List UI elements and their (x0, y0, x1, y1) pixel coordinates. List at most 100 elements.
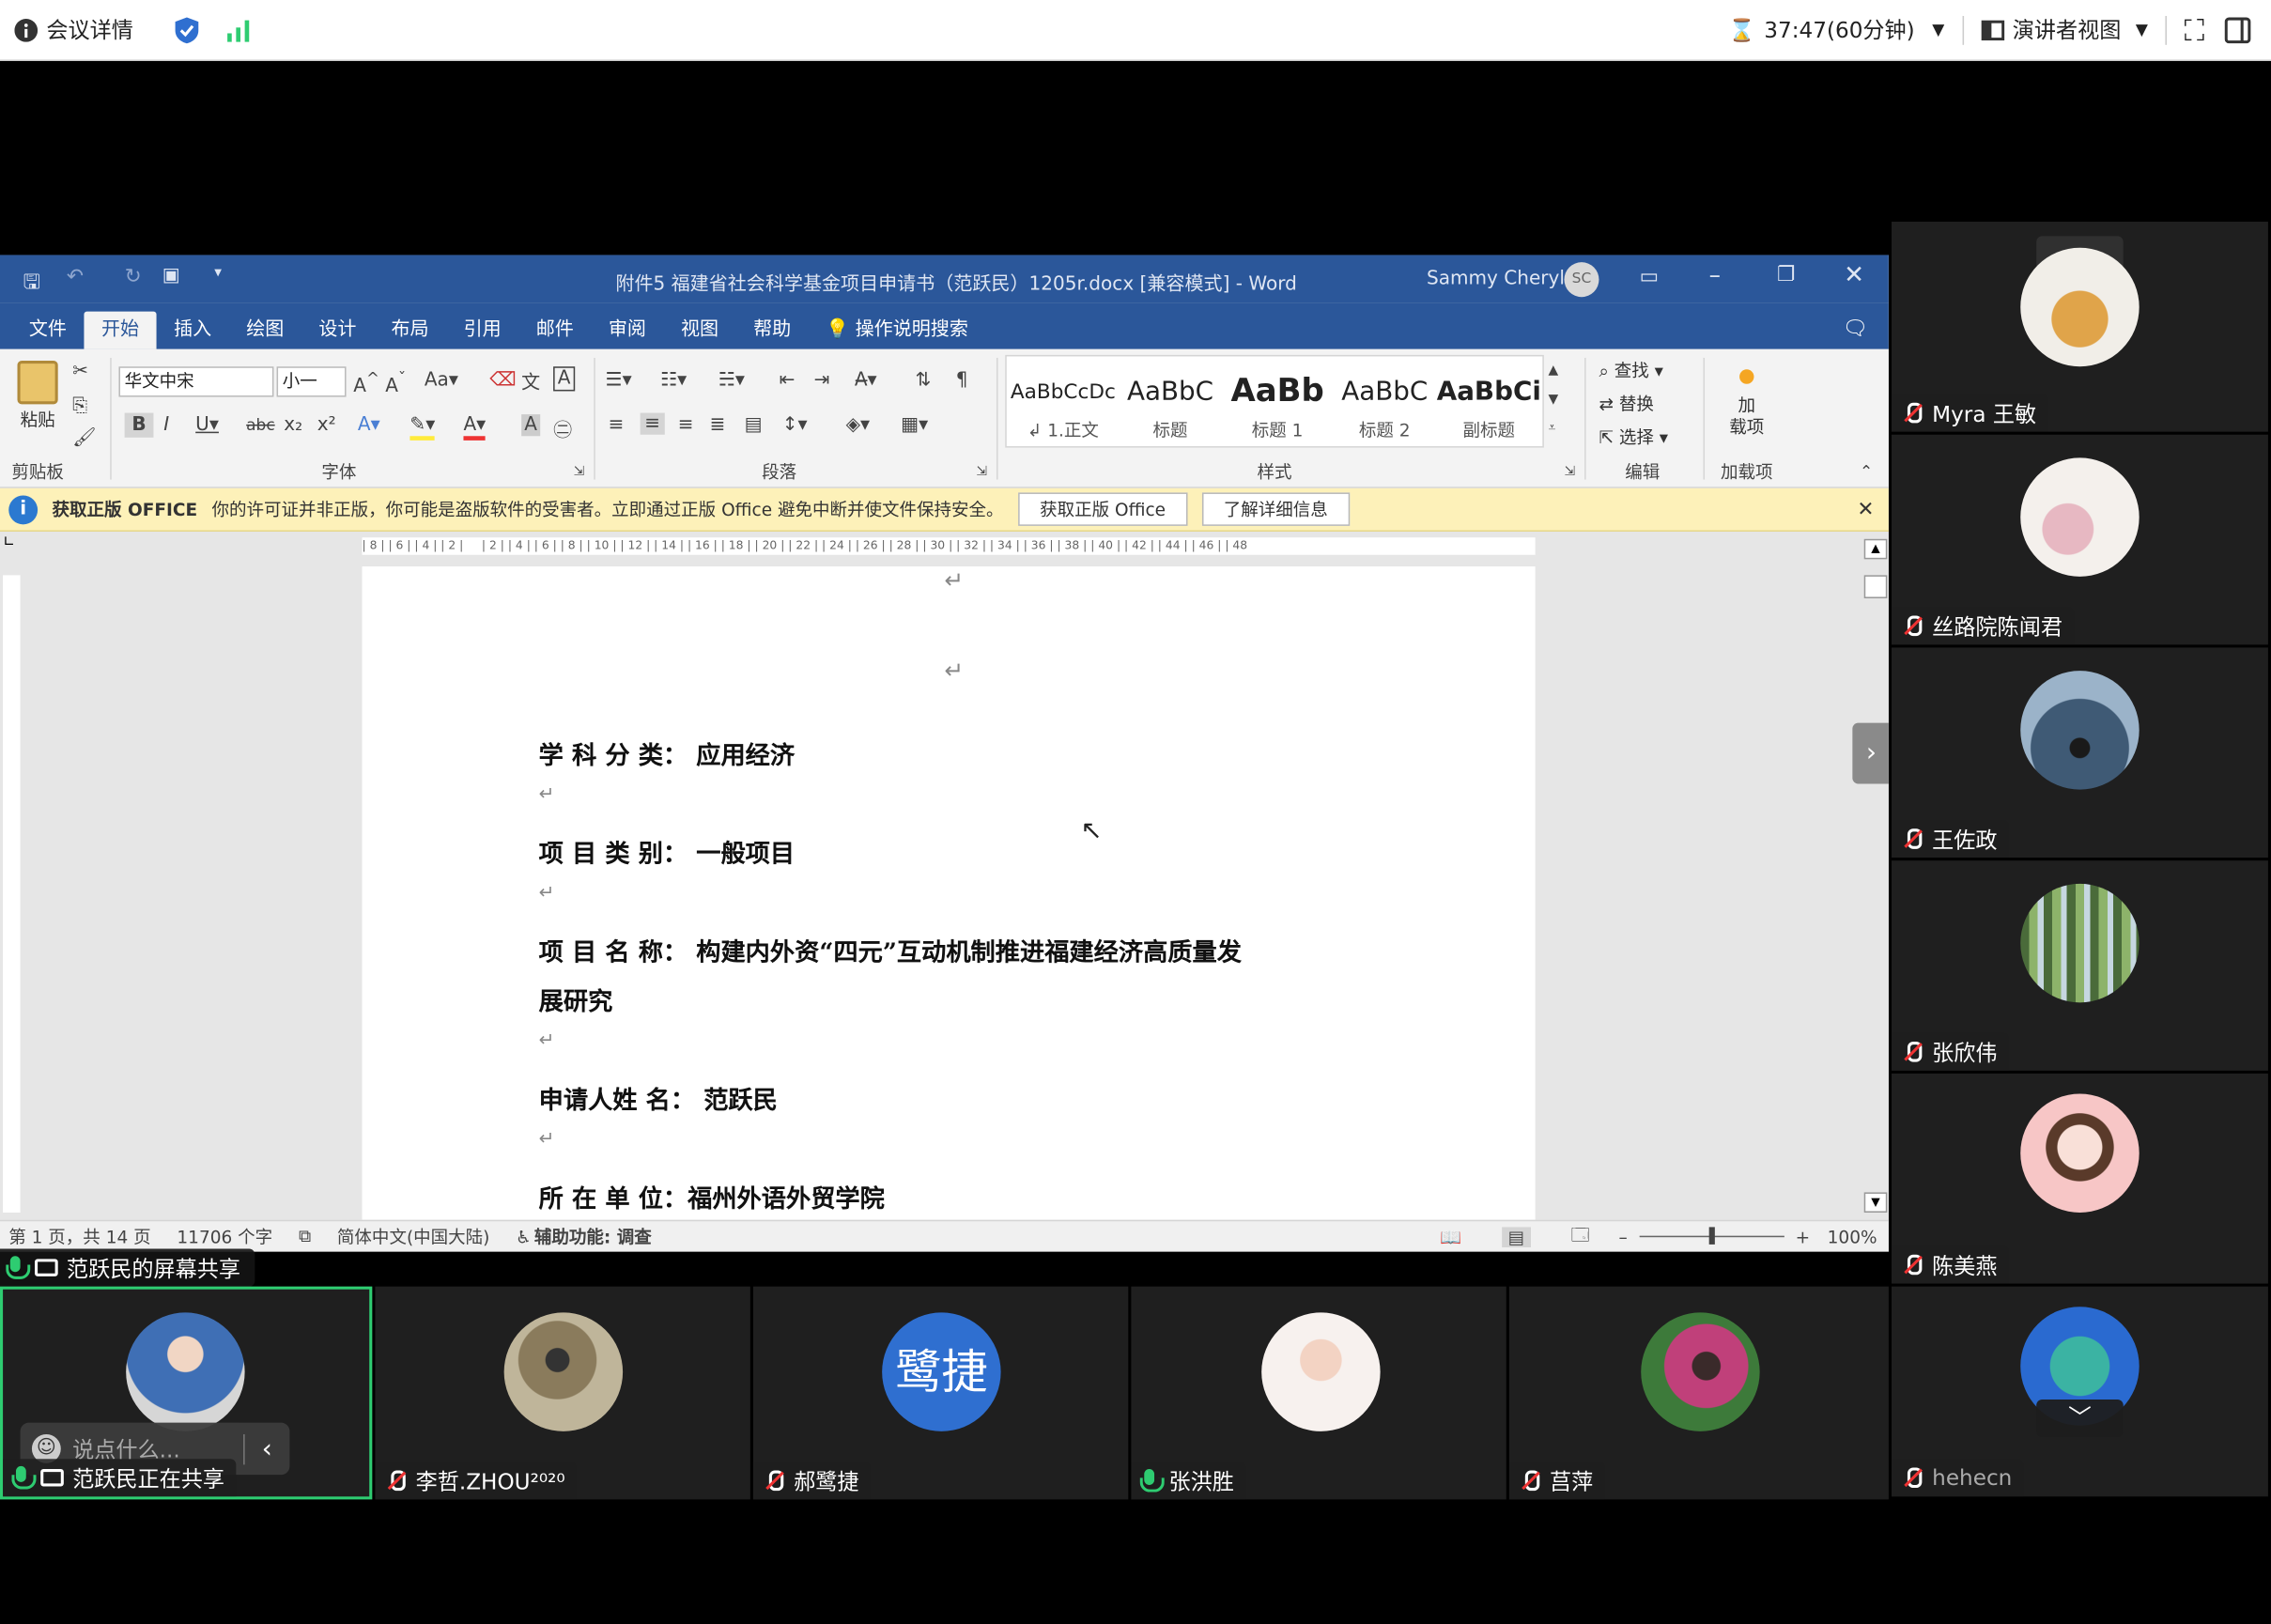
sidebar-toggle-icon[interactable] (2224, 16, 2251, 43)
menu-insert[interactable]: 插入 (157, 312, 229, 349)
share-panel-expand-icon[interactable]: › (1852, 722, 1889, 784)
participant-tile[interactable]: 莒萍 (1508, 1286, 1889, 1500)
scroll-up-icon[interactable]: ▲ (1863, 538, 1888, 560)
view-mode-button[interactable]: 演讲者视图 ▼ (1980, 14, 2148, 44)
menu-view[interactable]: 视图 (663, 312, 735, 349)
menu-draw[interactable]: 绘图 (229, 312, 301, 349)
tell-me-search[interactable]: 💡 操作说明搜索 (809, 312, 986, 349)
menu-mailings[interactable]: 邮件 (518, 312, 591, 349)
font-dialog-launcher-icon[interactable]: ⇲ (574, 465, 585, 479)
participant-tile[interactable]: 王佐政 (1891, 647, 2268, 858)
align-right-icon[interactable]: ≡ (678, 414, 694, 436)
strikethrough-icon[interactable]: abc (246, 416, 275, 435)
fullscreen-icon[interactable]: ⛶ (2184, 12, 2204, 47)
align-left-icon[interactable]: ≡ (609, 414, 625, 436)
paste-button[interactable]: 粘贴 (11, 361, 64, 448)
meeting-timer[interactable]: ⌛ 37:47(60分钟) ▼ (1728, 14, 1944, 44)
undo-icon[interactable]: ↶ (67, 265, 84, 288)
document-page[interactable]: ↵ ↵ 学 科 分 类： 应用经济 ↵ 项 目 类 别： 一般项目 ↵ 项 目 … (362, 566, 1536, 1233)
user-name[interactable]: Sammy Cheryl (1427, 268, 1565, 289)
meeting-details-button[interactable]: 会议详情 (14, 14, 133, 44)
styles-more-icon[interactable]: ⩡ (1549, 422, 1556, 436)
style-normal[interactable]: AaBbCcDc ↲ 1.正文 (1010, 368, 1117, 449)
menu-layout[interactable]: 布局 (374, 312, 446, 349)
ribbon-display-icon[interactable]: ▭ (1640, 265, 1659, 288)
zoom-out-icon[interactable]: – (1618, 1227, 1627, 1247)
minimize-icon[interactable]: – (1709, 261, 1721, 288)
bold-icon[interactable]: B (124, 412, 154, 438)
char-shading-icon[interactable]: A (521, 414, 541, 437)
scrollbar-thumb[interactable] (1863, 575, 1888, 599)
learn-more-button[interactable]: 了解详细信息 (1201, 492, 1350, 526)
change-case-icon[interactable]: Aa▾ (425, 369, 458, 391)
read-mode-icon[interactable]: 📖 (1440, 1227, 1461, 1247)
style-heading1[interactable]: AaBb 标题 1 (1224, 368, 1331, 449)
italic-icon[interactable]: I (163, 414, 169, 436)
participant-tile[interactable]: 丝路院陈闻君 (1891, 434, 2268, 645)
enclose-char-icon[interactable]: ㊁ (553, 414, 572, 441)
menu-home[interactable]: 开始 (84, 311, 157, 349)
menu-help[interactable]: 帮助 (736, 312, 809, 349)
shrink-font-icon[interactable]: Aˇ (385, 369, 406, 397)
comments-icon[interactable]: 🗨 (1843, 317, 1868, 341)
text-effects-icon[interactable]: A▾ (358, 414, 380, 436)
menu-references[interactable]: 引用 (446, 312, 518, 349)
cut-icon[interactable]: ✂ (72, 361, 88, 382)
vertical-ruler[interactable] (3, 575, 21, 1213)
participant-tile[interactable]: 鹭捷 郝鹭捷 (752, 1286, 1129, 1500)
participant-tile[interactable]: 陈美燕 (1891, 1073, 2268, 1284)
styles-scroll-down-icon[interactable]: ▼ (1549, 393, 1559, 407)
paragraph-dialog-launcher-icon[interactable]: ⇲ (976, 465, 987, 479)
accessibility-status[interactable]: 辅助功能: 调查 (534, 1224, 652, 1248)
chinese-layout-icon[interactable]: A̶▾ (855, 369, 877, 391)
customize-toolbar-icon[interactable]: ▾ (214, 265, 222, 281)
menu-file[interactable]: 文件 (11, 312, 84, 349)
numbering-icon[interactable]: ☷▾ (660, 369, 687, 391)
highlight-icon[interactable]: ✎▾ (409, 414, 436, 441)
font-name-combo[interactable]: 华文中宋 (118, 366, 274, 397)
increase-indent-icon[interactable]: ⇥ (814, 369, 830, 391)
horizontal-ruler[interactable]: | 8 | | 6 | | 4 | | 2 | | 2 | | 4 | | 6 … (362, 537, 1536, 555)
participant-tile[interactable]: 张洪胜 (1131, 1286, 1506, 1500)
close-icon[interactable]: ✕ (1844, 261, 1864, 290)
font-color-icon[interactable]: A▾ (463, 414, 487, 441)
menu-design[interactable]: 设计 (301, 312, 374, 349)
copy-icon[interactable]: ⎘ (72, 395, 87, 417)
chevron-left-icon[interactable]: ‹ (242, 1433, 272, 1464)
show-marks-icon[interactable]: ¶ (956, 369, 968, 391)
phonetic-guide-icon[interactable]: 文 (521, 366, 540, 394)
underline-icon[interactable]: U▾ (195, 414, 219, 436)
line-spacing-icon[interactable]: ↕▾ (782, 414, 808, 436)
zoom-slider[interactable] (1639, 1227, 1784, 1245)
styles-scroll-up-icon[interactable]: ▲ (1549, 363, 1559, 378)
scroll-down-participants-icon[interactable]: ﹀ (2036, 1399, 2124, 1438)
word-count[interactable]: 11706 个字 (177, 1224, 272, 1248)
distributed-icon[interactable]: ▤ (745, 414, 763, 436)
justify-icon[interactable]: ≣ (710, 414, 726, 436)
network-signal-icon[interactable] (226, 18, 253, 41)
multilevel-list-icon[interactable]: ☵▾ (718, 369, 745, 391)
style-title[interactable]: AaBbC 标题 (1117, 368, 1224, 449)
clear-format-icon[interactable]: ⌫ (489, 369, 516, 391)
subscript-icon[interactable]: x₂ (284, 414, 302, 436)
font-size-combo[interactable]: 小一 (276, 366, 347, 397)
touch-mode-icon[interactable]: ▣ (162, 265, 180, 286)
grow-font-icon[interactable]: A^ (353, 369, 379, 397)
style-heading2[interactable]: AaBbC 标题 2 (1331, 368, 1438, 449)
collapse-ribbon-icon[interactable]: ⌃ (1860, 462, 1873, 481)
save-icon[interactable]: 🖫 (23, 267, 40, 302)
zoom-in-icon[interactable]: + (1796, 1227, 1811, 1247)
menu-review[interactable]: 审阅 (591, 312, 663, 349)
security-shield-icon[interactable] (174, 15, 200, 44)
bullets-icon[interactable]: ☰▾ (606, 369, 632, 391)
tab-stop-selector-icon[interactable]: ∟ (3, 534, 15, 550)
close-icon[interactable]: ✕ (1857, 498, 1874, 521)
style-subtitle[interactable]: AaBbCi 副标题 (1435, 368, 1542, 449)
char-border-icon[interactable]: A (553, 366, 576, 392)
addins-button[interactable]: 加 载项 (1718, 369, 1776, 439)
borders-icon[interactable]: ▦▾ (901, 414, 928, 436)
restore-icon[interactable]: ❐ (1777, 264, 1795, 287)
participant-tile[interactable]: ︿ Myra 王敏 (1891, 221, 2268, 432)
scroll-down-icon[interactable]: ▼ (1863, 1192, 1888, 1213)
find-button[interactable]: ⌕ 查找 ▾ (1599, 358, 1662, 382)
